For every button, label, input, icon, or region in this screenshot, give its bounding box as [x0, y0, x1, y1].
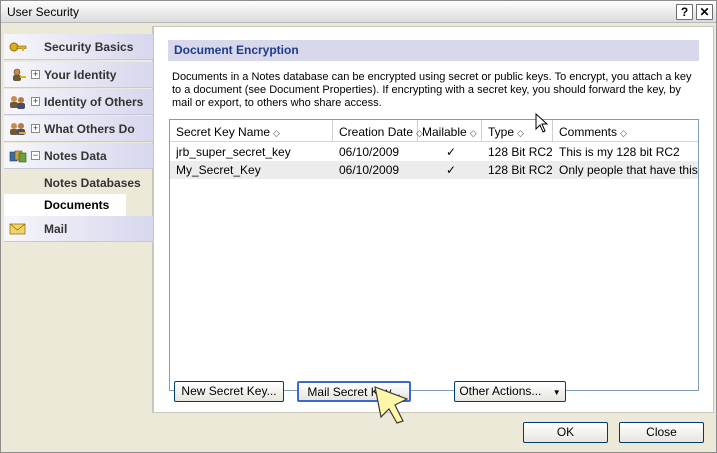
- window-title: User Security: [7, 5, 80, 19]
- expand-icon[interactable]: +: [31, 124, 40, 133]
- cell-creation-date: 06/10/2009: [339, 145, 400, 159]
- other-actions-button[interactable]: Other Actions... ▼: [454, 381, 566, 402]
- checkmark-icon: ✓: [446, 163, 457, 177]
- description-text: Documents in a Notes database can be enc…: [172, 71, 692, 109]
- sidebar-item-label: Notes Databases: [44, 176, 141, 190]
- column-header-secret-key-name[interactable]: Secret Key Name ◇: [170, 120, 333, 142]
- envelope-icon: [9, 223, 26, 235]
- title-bar: User Security ? ✕: [1, 1, 716, 23]
- table-header: Secret Key Name ◇ Creation Date ◇ Mailable…: [170, 120, 698, 142]
- sidebar-item-label: Your Identity: [44, 68, 117, 82]
- sidebar-item-label: Documents: [44, 198, 110, 212]
- sidebar-item-label: Notes Data: [44, 149, 107, 163]
- sidebar-item-label: What Others Do: [44, 122, 135, 136]
- sort-icon: ◇: [517, 128, 524, 138]
- cell-comments: This is my 128 bit RC2: [559, 145, 680, 159]
- sidebar-item-identity-of-others[interactable]: + Identity of Others: [4, 89, 153, 115]
- column-label: Creation Date: [339, 125, 414, 139]
- column-label: Mailable: [422, 125, 467, 139]
- close-window-button[interactable]: ✕: [696, 4, 713, 20]
- main-panel: Document Encryption Documents in a Notes…: [153, 26, 714, 413]
- cell-type: 128 Bit RC2: [488, 163, 552, 177]
- sidebar-item-label: Mail: [44, 222, 68, 236]
- sidebar-item-notes-databases[interactable]: Notes Databases: [4, 172, 153, 194]
- sidebar-item-mail[interactable]: Mail: [4, 216, 153, 242]
- people-icon: [10, 96, 25, 109]
- sort-icon: ◇: [273, 128, 280, 138]
- section-title: Document Encryption: [168, 40, 699, 61]
- sidebar-item-what-others-do[interactable]: + What Others Do: [4, 116, 153, 142]
- cell-key-name: My_Secret_Key: [176, 163, 261, 177]
- table-row[interactable]: jrb_super_secret_key 06/10/2009 ✓ 128 Bi…: [170, 143, 698, 161]
- key-icon: [9, 42, 27, 52]
- expand-icon[interactable]: +: [31, 70, 40, 79]
- user-security-dialog: User Security ? ✕ Security Basics + Your…: [0, 0, 717, 453]
- books-icon: [9, 150, 27, 163]
- cell-type: 128 Bit RC2: [488, 145, 552, 159]
- column-header-creation-date[interactable]: Creation Date ◇: [333, 120, 423, 142]
- column-header-mailable[interactable]: Mailable ◇: [418, 120, 482, 142]
- column-label: Comments: [559, 125, 618, 139]
- sidebar: Security Basics + Your Identity + Identi…: [4, 26, 153, 413]
- sort-icon: ◇: [469, 128, 477, 138]
- close-button[interactable]: Close: [619, 422, 704, 443]
- sidebar-item-your-identity[interactable]: + Your Identity: [4, 62, 153, 88]
- new-secret-key-button[interactable]: New Secret Key...: [174, 381, 284, 402]
- sidebar-item-notes-data[interactable]: − Notes Data: [4, 143, 153, 169]
- cell-comments: Only people that have this key: [559, 163, 698, 177]
- sort-icon: ◇: [620, 128, 627, 138]
- cell-creation-date: 06/10/2009: [339, 163, 400, 177]
- sidebar-item-documents[interactable]: Documents: [4, 194, 126, 216]
- expand-icon[interactable]: +: [31, 97, 40, 106]
- sidebar-item-label: Security Basics: [44, 40, 134, 54]
- secret-keys-table: Secret Key Name ◇ Creation Date ◇ Mailable…: [169, 119, 699, 391]
- column-label: Type: [488, 125, 515, 139]
- sidebar-item-security-basics[interactable]: Security Basics: [4, 34, 153, 60]
- callout-arrow-icon: [374, 386, 409, 424]
- table-row[interactable]: My_Secret_Key 06/10/2009 ✓ 128 Bit RC2 O…: [170, 161, 698, 179]
- column-header-comments[interactable]: Comments ◇: [553, 120, 698, 142]
- mouse-pointer-icon: [535, 113, 549, 133]
- other-actions-label: Other Actions...: [459, 384, 542, 398]
- help-button[interactable]: ?: [676, 4, 693, 20]
- cell-key-name: jrb_super_secret_key: [176, 145, 291, 159]
- sidebar-item-label: Identity of Others: [44, 95, 144, 109]
- dropdown-arrow-icon: ▼: [552, 388, 561, 397]
- ok-button[interactable]: OK: [523, 422, 608, 443]
- people-key-icon: [10, 123, 26, 135]
- column-label: Secret Key Name: [176, 125, 271, 139]
- checkmark-icon: ✓: [446, 145, 457, 159]
- person-icon: [13, 68, 26, 81]
- collapse-icon[interactable]: −: [31, 151, 40, 160]
